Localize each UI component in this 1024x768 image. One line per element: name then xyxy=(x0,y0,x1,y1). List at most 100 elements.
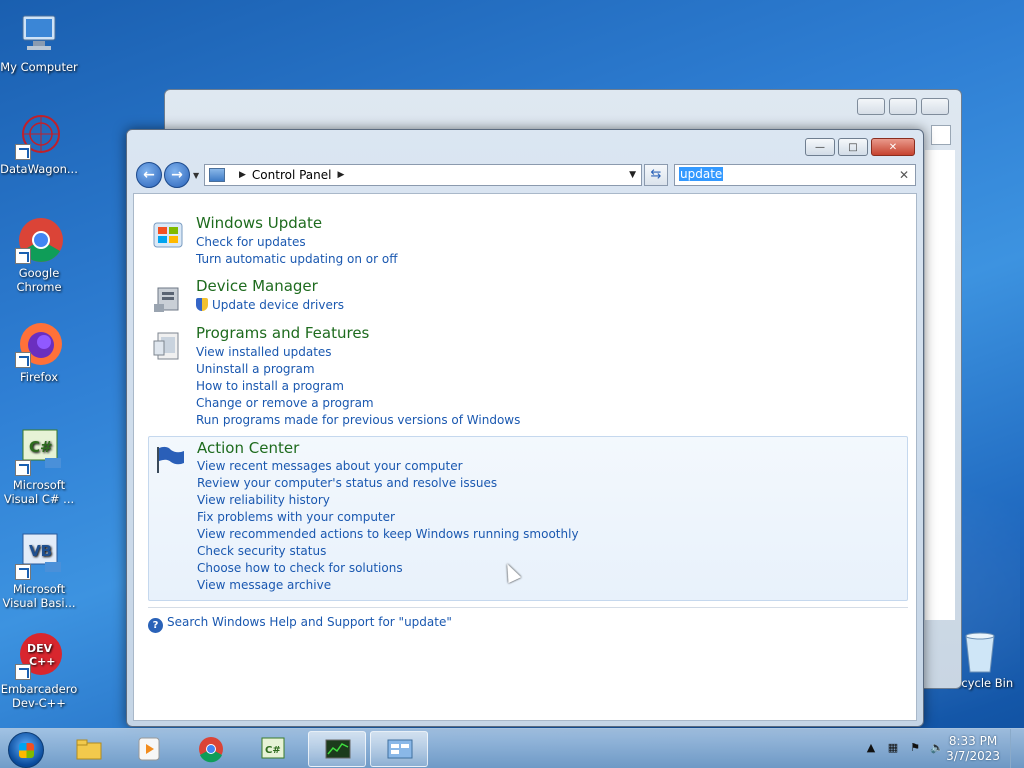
clock[interactable]: 8:33 PM 3/7/2023 xyxy=(946,734,1000,764)
control-panel-window[interactable]: — □ ✕ ← → ▼ ▶ Control Panel ▶ ▼ ⇆ update… xyxy=(126,129,924,727)
search-icon[interactable] xyxy=(931,125,951,145)
taskbar: C# ▲ ▦ ⚑ 🔈 8:33 PM 3/7/2023 xyxy=(0,728,1024,768)
monitor-icon xyxy=(325,739,351,759)
desktop-icon-google-chrome[interactable]: Google Chrome xyxy=(0,216,78,294)
show-desktop-button[interactable] xyxy=(1010,729,1024,768)
desktop-icon-datawagon[interactable]: DataWagon... xyxy=(0,112,78,176)
link-uninstall-program[interactable]: Uninstall a program xyxy=(196,361,520,378)
computer-icon xyxy=(15,10,63,58)
divider xyxy=(148,607,908,608)
breadcrumb-control-panel[interactable]: Control Panel xyxy=(252,168,332,182)
search-box[interactable]: update ✕ xyxy=(674,164,916,186)
link-how-to-install[interactable]: How to install a program xyxy=(196,378,520,395)
link-check-security-status[interactable]: Check security status xyxy=(197,543,579,560)
address-dropdown-icon[interactable]: ▼ xyxy=(629,170,636,180)
group-links: Update device drivers xyxy=(196,297,344,314)
link-change-or-remove[interactable]: Change or remove a program xyxy=(196,395,520,412)
start-button[interactable] xyxy=(8,732,44,768)
results-pane: Windows Update Check for updates Turn au… xyxy=(133,193,917,721)
desktop-icon-dev-cpp[interactable]: DEV C++ Embarcadero Dev-C++ xyxy=(0,632,78,710)
link-fix-problems[interactable]: Fix problems with your computer xyxy=(197,509,579,526)
close-button[interactable]: ✕ xyxy=(871,138,915,156)
group-links: View installed updates Uninstall a progr… xyxy=(196,344,520,429)
search-help-link[interactable]: ? Search Windows Help and Support for "up… xyxy=(148,615,452,633)
folder-icon xyxy=(76,739,102,760)
chrome-icon xyxy=(199,737,223,763)
datawagon-icon xyxy=(15,112,63,160)
shortcut-arrow-icon xyxy=(15,144,31,160)
breadcrumb-separator-icon[interactable]: ▶ xyxy=(239,170,246,180)
link-check-for-solutions[interactable]: Choose how to check for solutions xyxy=(197,560,579,577)
background-window-content xyxy=(925,150,955,620)
recent-pages-dropdown-icon[interactable]: ▼ xyxy=(193,171,199,180)
group-title[interactable]: Programs and Features xyxy=(196,323,369,343)
windows-update-icon xyxy=(152,219,184,251)
search-input[interactable]: update xyxy=(679,167,724,181)
link-recommended-actions[interactable]: View recommended actions to keep Windows… xyxy=(197,526,579,543)
clock-date: 3/7/2023 xyxy=(946,749,1000,763)
shortcut-arrow-icon xyxy=(15,664,31,680)
link-reliability-history[interactable]: View reliability history xyxy=(197,492,579,509)
action-center-flag-icon[interactable]: ⚑ xyxy=(908,741,922,755)
svg-text:DEV: DEV xyxy=(27,642,53,655)
maximize-button[interactable] xyxy=(889,98,917,115)
link-update-device-drivers[interactable]: Update device drivers xyxy=(196,297,344,314)
link-automatic-updating[interactable]: Turn automatic updating on or off xyxy=(196,251,398,268)
control-panel-icon xyxy=(387,739,413,759)
action-center-flag-icon xyxy=(153,443,185,475)
taskbar-chrome[interactable] xyxy=(182,731,240,767)
firefox-icon xyxy=(15,320,63,368)
clear-search-icon[interactable]: ✕ xyxy=(899,168,909,182)
desktop-icon-label: Firefox xyxy=(19,370,59,384)
shortcut-arrow-icon xyxy=(15,248,31,264)
result-group-action-center[interactable]: Action Center View recent messages about… xyxy=(148,436,908,601)
taskbar-task-manager[interactable] xyxy=(308,731,366,767)
volume-icon[interactable]: 🔈 xyxy=(930,741,944,755)
programs-and-features-icon xyxy=(152,329,184,361)
forward-button[interactable]: → xyxy=(164,162,190,188)
link-recent-messages[interactable]: View recent messages about your computer xyxy=(197,458,579,475)
breadcrumb-separator-icon[interactable]: ▶ xyxy=(338,170,345,180)
group-title[interactable]: Device Manager xyxy=(196,276,318,296)
system-tray: ▲ ▦ ⚑ 🔈 xyxy=(864,741,944,755)
taskbar-visual-csharp[interactable]: C# xyxy=(244,731,302,767)
clock-time: 8:33 PM xyxy=(948,734,998,748)
group-links: Check for updates Turn automatic updatin… xyxy=(196,234,398,268)
chrome-icon xyxy=(15,216,63,264)
background-window-controls xyxy=(857,98,949,115)
desktop-icon-label: Microsoft Visual C# ... xyxy=(3,478,75,506)
link-view-installed-updates[interactable]: View installed updates xyxy=(196,344,520,361)
network-icon[interactable]: ▦ xyxy=(886,741,900,755)
device-manager-icon xyxy=(152,282,184,314)
link-run-older-programs[interactable]: Run programs made for previous versions … xyxy=(196,412,520,429)
desktop-icon-label: DataWagon... xyxy=(0,162,78,176)
result-group-windows-update: Windows Update Check for updates Turn au… xyxy=(148,213,908,271)
maximize-button[interactable]: □ xyxy=(838,138,868,156)
svg-text:C#: C# xyxy=(265,745,281,756)
desktop-icon-firefox[interactable]: Firefox xyxy=(0,320,78,384)
show-hidden-icons-icon[interactable]: ▲ xyxy=(864,741,878,755)
desktop-icon-visual-basic[interactable]: VB Microsoft Visual Basi... xyxy=(0,532,78,610)
minimize-button[interactable] xyxy=(857,98,885,115)
group-title[interactable]: Windows Update xyxy=(196,213,322,233)
shortcut-arrow-icon xyxy=(15,460,31,476)
shortcut-arrow-icon xyxy=(15,564,31,580)
taskbar-media-player[interactable] xyxy=(120,731,178,767)
result-group-programs-and-features: Programs and Features View installed upd… xyxy=(148,323,908,433)
address-bar[interactable]: ▶ Control Panel ▶ ▼ xyxy=(204,164,642,186)
taskbar-control-panel[interactable] xyxy=(370,731,428,767)
desktop-icon-visual-csharp[interactable]: C# Microsoft Visual C# ... xyxy=(0,428,78,506)
link-review-status[interactable]: Review your computer's status and resolv… xyxy=(197,475,579,492)
taskbar-explorer[interactable] xyxy=(60,731,118,767)
refresh-button[interactable]: ⇆ xyxy=(644,164,668,186)
dev-cpp-icon: DEV C++ xyxy=(15,632,63,680)
result-group-device-manager: Device Manager Update device drivers xyxy=(148,276,908,318)
link-message-archive[interactable]: View message archive xyxy=(197,577,579,594)
desktop-icon-my-computer[interactable]: My Computer xyxy=(0,10,78,74)
minimize-button[interactable]: — xyxy=(805,138,835,156)
close-button[interactable] xyxy=(921,98,949,115)
shortcut-arrow-icon xyxy=(15,352,31,368)
group-title[interactable]: Action Center xyxy=(197,438,299,458)
back-button[interactable]: ← xyxy=(136,162,162,188)
link-check-for-updates[interactable]: Check for updates xyxy=(196,234,398,251)
